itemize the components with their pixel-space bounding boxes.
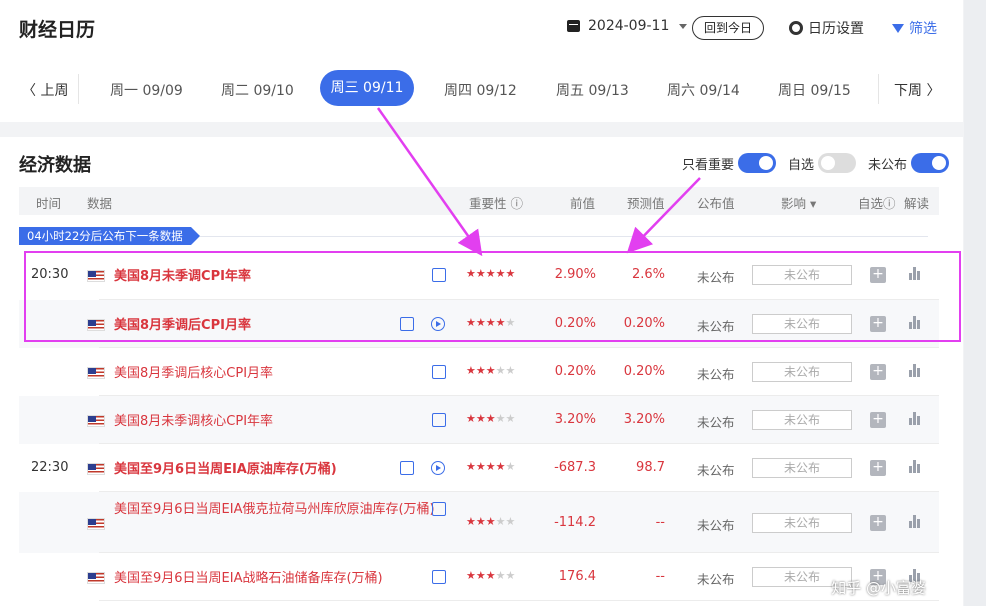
page: 财经日历 2024-09-11 回到今日 日历设置 筛选 〈 上周 周一 09/…: [0, 0, 986, 606]
watermark: 知乎 @小富婆: [831, 579, 926, 597]
arrow: [376, 107, 483, 257]
annotation-arrows: [376, 107, 701, 257]
arrow: [626, 177, 701, 254]
